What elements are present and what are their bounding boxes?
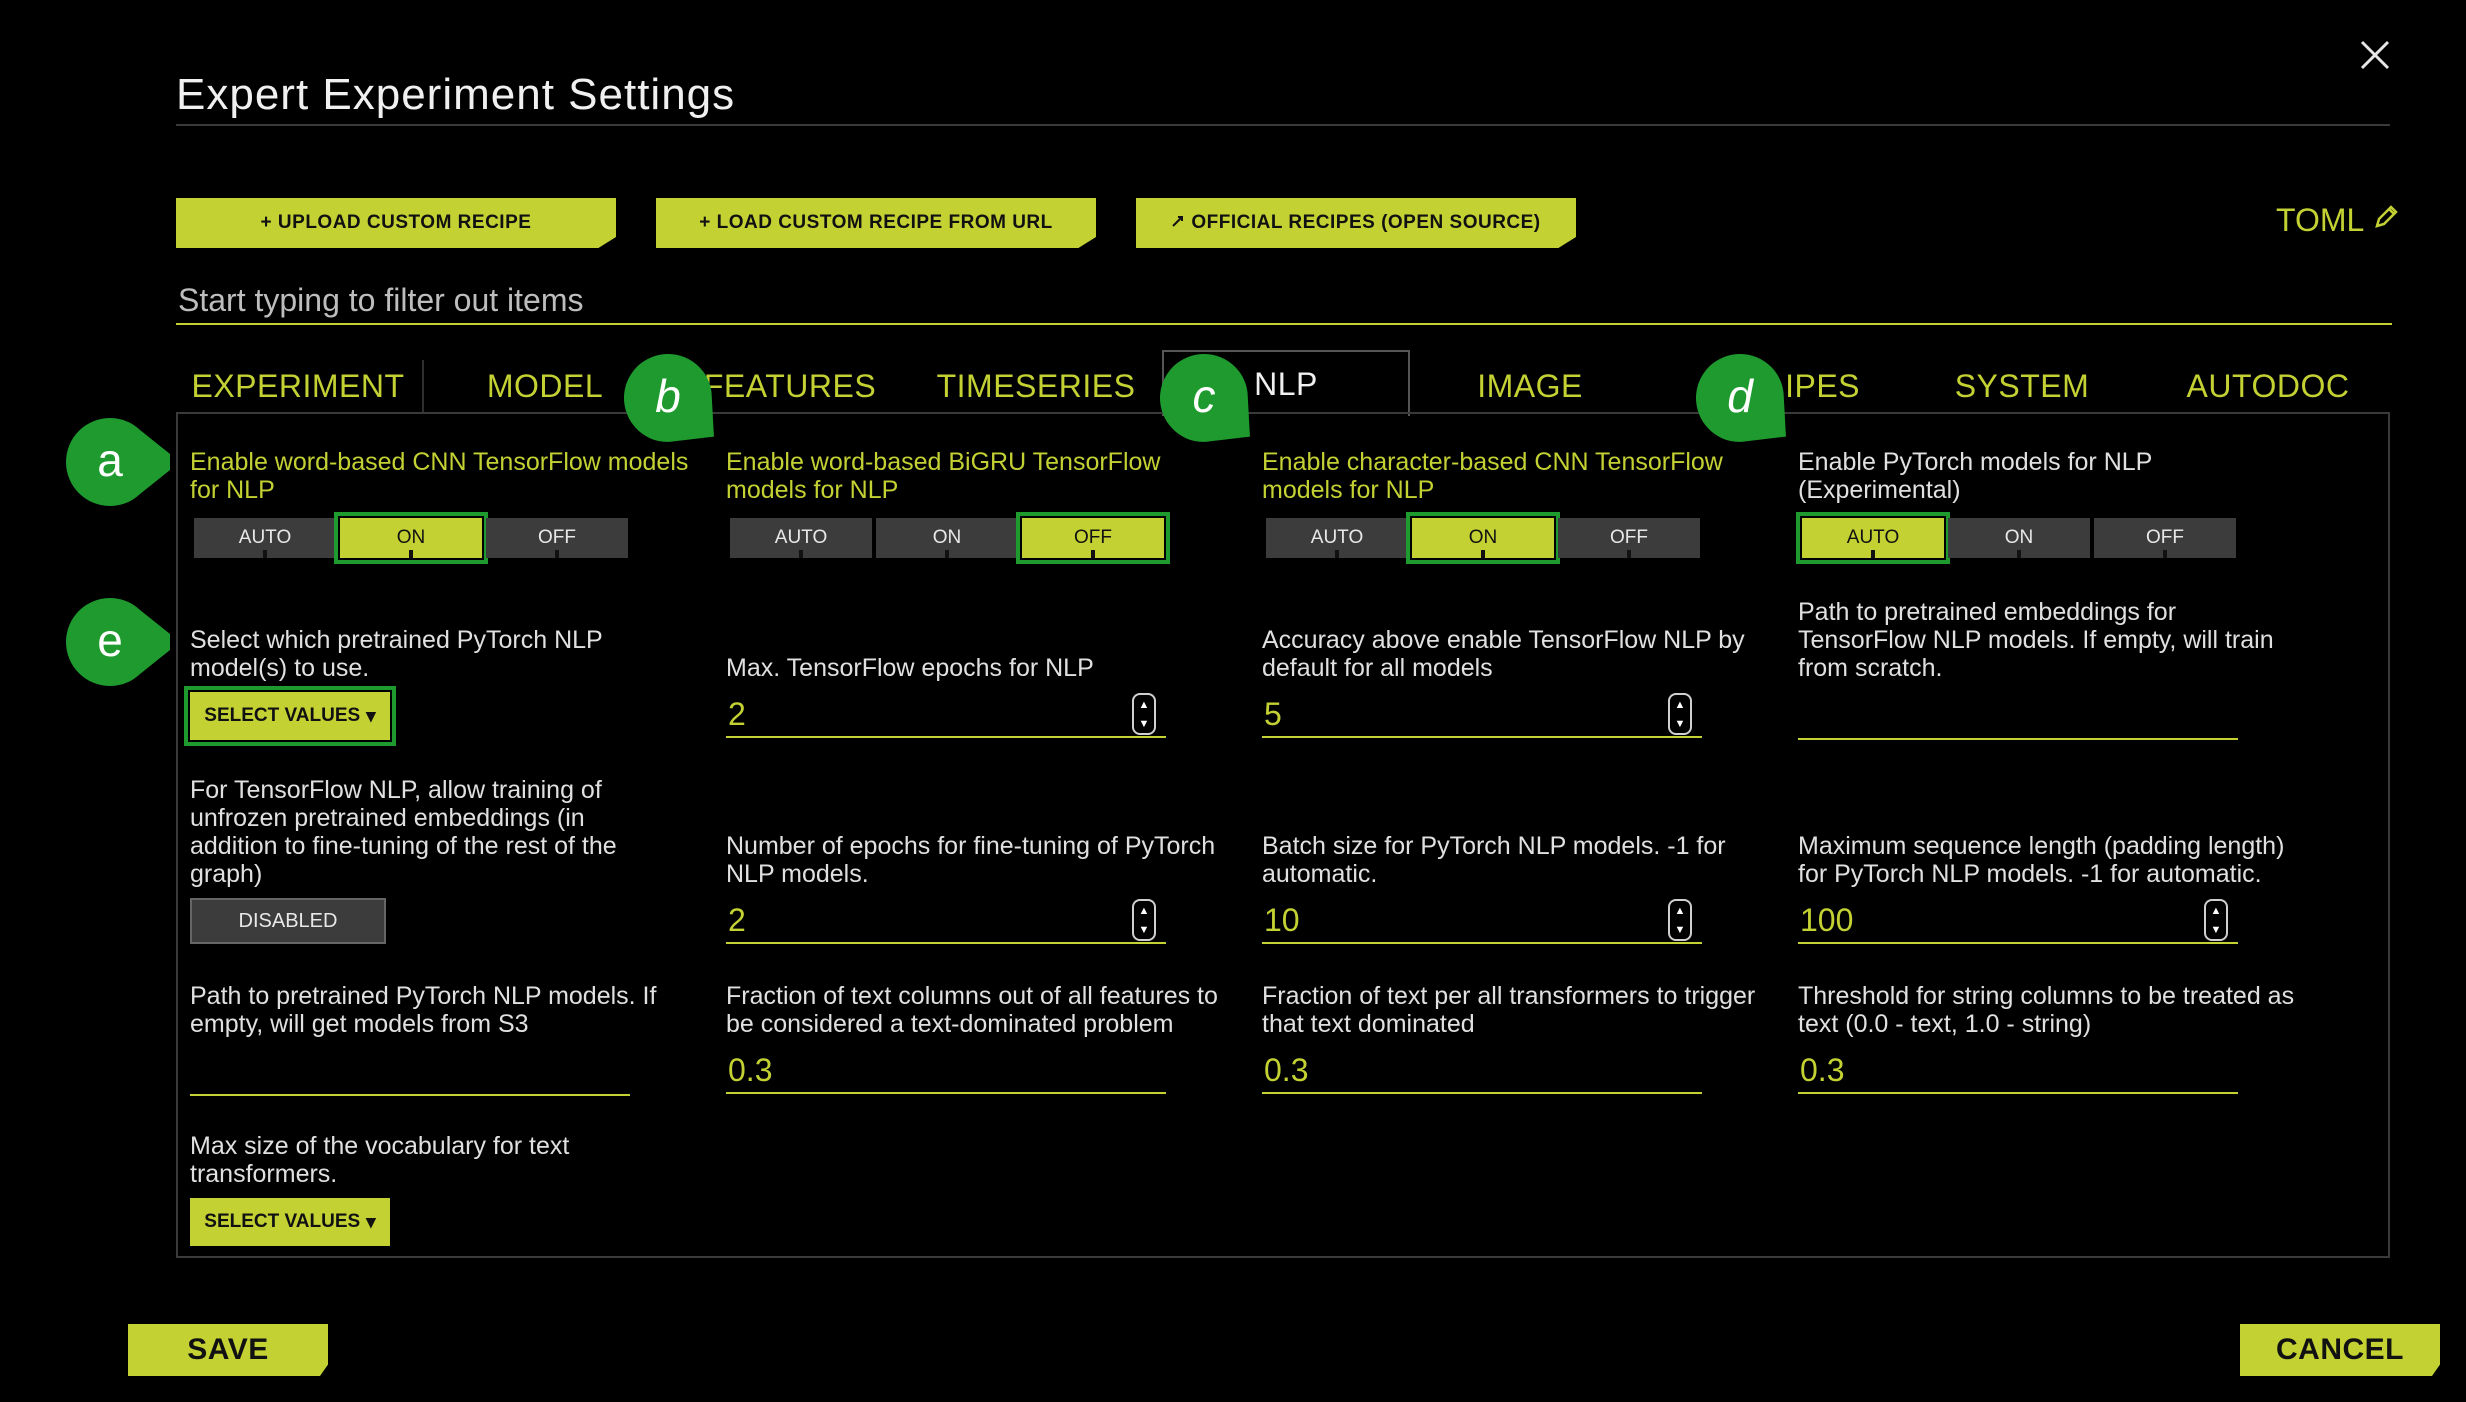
pytorch-path-input[interactable] [190, 1094, 630, 1096]
marker-a-label: a [97, 434, 123, 486]
bigru-word-toggle[interactable]: AUTO ON OFF [730, 512, 1170, 564]
link-icon [1171, 212, 1185, 234]
stepper-icon[interactable]: ▲ ▼ [1132, 693, 1156, 735]
pytorch-off[interactable]: OFF [2094, 518, 2236, 558]
accuracy-enable-input[interactable]: 5 ▲ ▼ [1262, 692, 1702, 738]
annotation-marker-e: e [62, 594, 180, 692]
tab-autodoc[interactable]: AUTODOC [2148, 356, 2388, 416]
cnn-word-off[interactable]: OFF [486, 518, 628, 558]
marker-b-label: b [655, 370, 681, 422]
marker-c-label: c [1193, 370, 1216, 422]
vocab-size-select-label: SELECT VALUES [204, 1211, 361, 1232]
pytorch-toggle[interactable]: AUTO ON OFF [1796, 512, 2236, 564]
cancel-button[interactable]: CANCEL [2240, 1324, 2440, 1376]
dialog-title: Expert Experiment Settings [176, 70, 736, 119]
pytorch-label: Enable PyTorch models for NLP (Experimen… [1798, 448, 2152, 504]
stepper-icon[interactable]: ▲ ▼ [2204, 899, 2228, 941]
finetune-epochs-label: Number of epochs for fine-tuning of PyTo… [726, 832, 1216, 888]
accuracy-enable-value: 5 [1264, 695, 1282, 732]
transformer-fraction-input[interactable]: 0.3 [1262, 1048, 1702, 1094]
cnn-word-auto[interactable]: AUTO [194, 518, 336, 558]
batch-size-input[interactable]: 10 ▲ ▼ [1262, 898, 1702, 944]
cnn-char-label: Enable character-based CNN TensorFlow mo… [1262, 448, 1723, 504]
close-icon[interactable] [2350, 30, 2400, 80]
max-seq-value: 100 [1800, 901, 1854, 938]
cnn-char-auto[interactable]: AUTO [1266, 518, 1408, 558]
upload-recipe-button[interactable]: + UPLOAD CUSTOM RECIPE [176, 198, 616, 248]
text-fraction-input[interactable]: 0.3 [726, 1048, 1166, 1094]
string-threshold-input[interactable]: 0.3 [1798, 1048, 2238, 1094]
filter-underline [176, 323, 2392, 325]
vocab-size-select-button[interactable]: SELECT VALUES ▾ [190, 1198, 390, 1246]
cnn-word-on[interactable]: ON [334, 512, 488, 564]
accuracy-enable-label: Accuracy above enable TensorFlow NLP by … [1262, 626, 1745, 682]
filter-input[interactable]: Start typing to filter out items [178, 282, 584, 319]
official-recipes-button[interactable]: OFFICIAL RECIPES (OPEN SOURCE) [1136, 198, 1576, 248]
cnn-char-on[interactable]: ON [1406, 512, 1560, 564]
batch-size-label: Batch size for PyTorch NLP models. -1 fo… [1262, 832, 1726, 888]
marker-d-label: d [1727, 370, 1754, 422]
stepper-icon[interactable]: ▲ ▼ [1668, 899, 1692, 941]
tf-epochs-value: 2 [728, 695, 746, 732]
string-threshold-value: 0.3 [1800, 1051, 1845, 1088]
title-divider [176, 124, 2390, 126]
finetune-epochs-input[interactable]: 2 ▲ ▼ [726, 898, 1166, 944]
tab-timeseries[interactable]: TIMESERIES [916, 356, 1156, 416]
pytorch-path-label: Path to pretrained PyTorch NLP models. I… [190, 982, 657, 1038]
pencil-icon [2372, 202, 2400, 239]
unfrozen-embeddings-toggle[interactable]: DISABLED [190, 898, 386, 944]
load-recipe-url-label: + LOAD CUSTOM RECIPE FROM URL [699, 212, 1053, 233]
pytorch-auto[interactable]: AUTO [1796, 512, 1950, 564]
toml-button[interactable]: TOML [2276, 202, 2400, 239]
upload-recipe-label: + UPLOAD CUSTOM RECIPE [260, 212, 532, 233]
bigru-word-on[interactable]: ON [876, 518, 1018, 558]
save-button[interactable]: SAVE [128, 1324, 328, 1376]
annotation-marker-a: a [62, 414, 180, 512]
embeddings-path-input[interactable] [1798, 738, 2238, 740]
transformer-fraction-label: Fraction of text per all transformers to… [1262, 982, 1756, 1038]
vocab-size-label: Max size of the vocabulary for text tran… [190, 1132, 570, 1188]
pretrained-pytorch-label: Select which pretrained PyTorch NLP mode… [190, 626, 603, 682]
finetune-epochs-value: 2 [728, 901, 746, 938]
toml-label: TOML [2276, 202, 2365, 238]
bigru-word-auto[interactable]: AUTO [730, 518, 872, 558]
max-seq-label: Maximum sequence length (padding length)… [1798, 832, 2285, 888]
pretrained-pytorch-select-button[interactable]: SELECT VALUES ▾ [184, 686, 396, 746]
caret-down-icon: ▾ [366, 1211, 376, 1233]
cnn-char-toggle[interactable]: AUTO ON OFF [1266, 512, 1700, 564]
cnn-word-toggle[interactable]: AUTO ON OFF [194, 512, 628, 564]
caret-down-icon: ▾ [366, 705, 376, 727]
bigru-word-off[interactable]: OFF [1016, 512, 1170, 564]
marker-e-label: e [97, 614, 123, 666]
max-seq-input[interactable]: 100 ▲ ▼ [1798, 898, 2238, 944]
tab-image[interactable]: IMAGE [1410, 356, 1650, 416]
unfrozen-embeddings-label: For TensorFlow NLP, allow training of un… [190, 776, 617, 888]
tf-epochs-input[interactable]: 2 ▲ ▼ [726, 692, 1166, 738]
pytorch-on[interactable]: ON [1948, 518, 2090, 558]
transformer-fraction-value: 0.3 [1264, 1051, 1309, 1088]
load-recipe-url-button[interactable]: + LOAD CUSTOM RECIPE FROM URL [656, 198, 1096, 248]
official-recipes-label: OFFICIAL RECIPES (OPEN SOURCE) [1191, 212, 1541, 233]
tab-experiment[interactable]: EXPERIMENT [178, 356, 418, 416]
text-fraction-value: 0.3 [728, 1051, 773, 1088]
stepper-icon[interactable]: ▲ ▼ [1668, 693, 1692, 735]
tf-epochs-label: Max. TensorFlow epochs for NLP [726, 654, 1094, 682]
tab-system[interactable]: SYSTEM [1902, 356, 2142, 416]
cnn-char-off[interactable]: OFF [1558, 518, 1700, 558]
stepper-icon[interactable]: ▲ ▼ [1132, 899, 1156, 941]
batch-size-value: 10 [1264, 901, 1300, 938]
bigru-word-label: Enable word-based BiGRU TensorFlow model… [726, 448, 1161, 504]
embeddings-path-label: Path to pretrained embeddings for Tensor… [1798, 598, 2274, 682]
pretrained-pytorch-select-label: SELECT VALUES [204, 705, 361, 726]
string-threshold-label: Threshold for string columns to be treat… [1798, 982, 2295, 1038]
cnn-word-label: Enable word-based CNN TensorFlow models … [190, 448, 689, 504]
tab-separator [422, 360, 424, 412]
text-fraction-label: Fraction of text columns out of all feat… [726, 982, 1218, 1038]
